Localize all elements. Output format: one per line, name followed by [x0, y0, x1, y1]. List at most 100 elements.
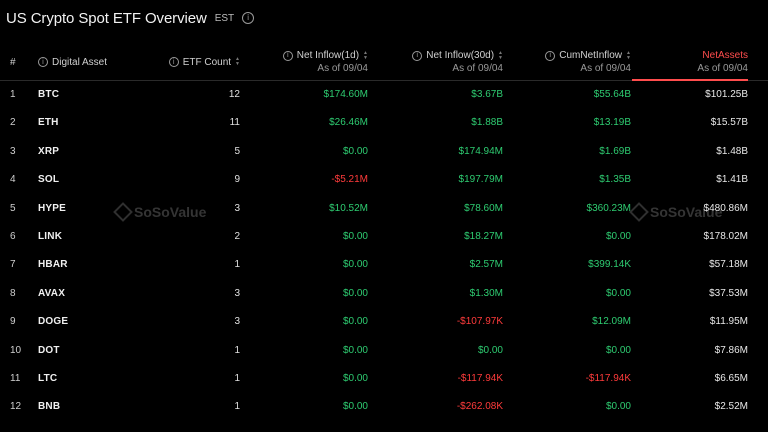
- asset-symbol[interactable]: HYPE: [38, 195, 66, 223]
- net-inflow-30d-value: -$117.94K: [457, 372, 503, 384]
- asset-symbol[interactable]: LTC: [38, 365, 57, 393]
- table-row[interactable]: 6 LINK 2 $0.00 $18.27M $0.00 $178.02M: [0, 223, 768, 251]
- cum-net-inflow-value: $360.23M: [586, 202, 631, 214]
- net-assets-value: $6.65M: [714, 372, 748, 384]
- col-net30d-subtitle: As of 09/04: [452, 63, 503, 74]
- col-assets-subtitle: As of 09/04: [697, 63, 748, 74]
- title-row: US Crypto Spot ETF Overview EST i: [6, 6, 255, 30]
- sort-arrows-icon[interactable]: ▲ ▼: [626, 50, 631, 61]
- row-index: 9: [10, 316, 16, 328]
- asset-symbol[interactable]: DOT: [38, 337, 60, 365]
- net-inflow-1d-value: $0.00: [342, 230, 368, 242]
- net-inflow-30d-value: -$107.97K: [456, 316, 503, 328]
- col-cum-subtitle: As of 09/04: [580, 63, 631, 74]
- etf-table: # i Digital Asset i ETF Count ▲ ▼ i Net I…: [0, 44, 768, 422]
- net-inflow-30d-value: $18.27M: [464, 230, 503, 242]
- table-row[interactable]: 9 DOGE 3 $0.00 -$107.97K $12.09M $11.95M: [0, 308, 768, 336]
- net-assets-value: $1.41B: [716, 174, 748, 186]
- table-row[interactable]: 3 XRP 5 $0.00 $174.94M $1.69B $1.48B: [0, 138, 768, 166]
- cum-net-inflow-value: $0.00: [605, 230, 631, 242]
- sort-arrows-icon[interactable]: ▲ ▼: [235, 57, 240, 67]
- asset-symbol[interactable]: AVAX: [38, 280, 65, 308]
- etf-count-value: 11: [229, 117, 240, 129]
- net-inflow-1d-value: $0.00: [342, 372, 368, 384]
- info-icon[interactable]: i: [38, 57, 48, 67]
- cum-net-inflow-value: $1.35B: [599, 174, 631, 186]
- net-inflow-30d-value: $3.67B: [471, 89, 503, 100]
- net-assets-value: $480.86M: [703, 202, 748, 214]
- info-icon[interactable]: i: [282, 50, 293, 61]
- cum-net-inflow-value: $13.19B: [593, 117, 631, 129]
- asset-symbol[interactable]: BNB: [38, 393, 60, 421]
- cum-net-inflow-value: $0.00: [605, 287, 631, 299]
- timezone-label: EST: [214, 12, 235, 24]
- table-body: 1 BTC 12 $174.60M $3.67B $55.64B $101.25B 2 ETH 1…: [0, 81, 768, 422]
- asset-symbol[interactable]: XRP: [38, 138, 59, 166]
- net-assets-value: $37.53M: [709, 287, 748, 299]
- asset-symbol[interactable]: SOL: [38, 166, 59, 194]
- net-inflow-30d-value: $78.60M: [464, 202, 503, 214]
- col-index-label: #: [10, 56, 16, 68]
- etf-count-value: 3: [234, 287, 240, 299]
- net-assets-value: $11.95M: [709, 316, 748, 328]
- cum-net-inflow-value: $1.69B: [599, 145, 631, 157]
- net-assets-value: $15.57B: [710, 117, 748, 129]
- table-row[interactable]: 5 HYPE 3 $10.52M $78.60M $360.23M $480.86M: [0, 195, 768, 223]
- row-index: 8: [10, 287, 16, 299]
- net-inflow-1d-value: $0.00: [342, 145, 368, 157]
- table-row[interactable]: 8 AVAX 3 $0.00 $1.30M $0.00 $37.53M: [0, 280, 768, 308]
- net-assets-value: $178.02M: [703, 230, 748, 242]
- cum-net-inflow-value: $55.64B: [593, 89, 631, 100]
- asset-symbol[interactable]: ETH: [38, 109, 59, 137]
- table-row[interactable]: 4 SOL 9 -$5.21M $197.79M $1.35B $1.41B: [0, 166, 768, 194]
- net-assets-value: $1.48B: [716, 145, 748, 157]
- table-row[interactable]: 7 HBAR 1 $0.00 $2.57M $399.14K $57.18M: [0, 251, 768, 279]
- net-inflow-1d-value: $0.00: [342, 401, 368, 413]
- net-inflow-1d-value: $26.46M: [329, 117, 368, 129]
- cum-net-inflow-value: $12.09M: [592, 316, 631, 328]
- row-index: 2: [10, 117, 16, 129]
- col-net1d-subtitle: As of 09/04: [317, 63, 368, 74]
- net-inflow-30d-value: -$262.08K: [456, 401, 503, 413]
- net-assets-value: $7.86M: [714, 344, 748, 356]
- etf-count-value: 1: [234, 372, 240, 384]
- cum-net-inflow-value: -$117.94K: [585, 372, 631, 384]
- col-net-inflow-1d[interactable]: i Net Inflow(1d) ▲ ▼ As of 09/04: [282, 44, 368, 80]
- col-net-assets[interactable]: NetAssets As of 09/04: [697, 44, 748, 80]
- col-net-inflow-30d[interactable]: i Net Inflow(30d) ▲ ▼ As of 09/04: [412, 44, 503, 80]
- table-row[interactable]: 2 ETH 11 $26.46M $1.88B $13.19B $15.57B: [0, 109, 768, 137]
- info-icon[interactable]: i: [242, 12, 255, 24]
- etf-count-value: 3: [234, 316, 240, 328]
- table-row[interactable]: 11 LTC 1 $0.00 -$117.94K -$117.94K $6.65M: [0, 365, 768, 393]
- info-icon[interactable]: i: [412, 50, 423, 61]
- net-inflow-1d-value: $10.52M: [329, 202, 368, 214]
- asset-symbol[interactable]: HBAR: [38, 251, 68, 279]
- asset-symbol[interactable]: DOGE: [38, 308, 68, 336]
- asset-symbol[interactable]: BTC: [38, 81, 59, 109]
- row-index: 5: [10, 202, 16, 214]
- etf-count-value: 1: [234, 344, 240, 356]
- net-inflow-1d-value: -$5.21M: [331, 174, 368, 186]
- table-row[interactable]: 10 DOT 1 $0.00 $0.00 $0.00 $7.86M: [0, 337, 768, 365]
- sort-arrows-icon[interactable]: ▲ ▼: [363, 50, 368, 61]
- table-row[interactable]: 1 BTC 12 $174.60M $3.67B $55.64B $101.25B: [0, 81, 768, 109]
- asset-symbol[interactable]: LINK: [38, 223, 62, 251]
- col-asset-label: Digital Asset: [52, 56, 108, 68]
- net-assets-value: $2.52M: [714, 401, 748, 413]
- etf-count-value: 1: [234, 259, 240, 271]
- row-index: 6: [10, 230, 16, 242]
- table-row[interactable]: 12 BNB 1 $0.00 -$262.08K $0.00 $2.52M: [0, 393, 768, 421]
- cum-net-inflow-value: $399.14K: [588, 259, 631, 271]
- col-asset[interactable]: i Digital Asset: [38, 44, 107, 80]
- sort-arrows-icon[interactable]: ▲ ▼: [498, 50, 503, 61]
- etf-count-value: 1: [234, 401, 240, 413]
- info-icon[interactable]: i: [168, 57, 179, 67]
- net-inflow-1d-value: $0.00: [342, 287, 368, 299]
- etf-count-value: 3: [234, 202, 240, 214]
- row-index: 11: [10, 372, 21, 384]
- col-etf-count[interactable]: i ETF Count ▲ ▼: [168, 44, 240, 80]
- row-index: 1: [10, 89, 16, 100]
- info-icon[interactable]: i: [545, 50, 556, 61]
- net-inflow-30d-value: $0.00: [477, 344, 503, 356]
- col-cum-net-inflow[interactable]: i CumNetInflow ▲ ▼ As of 09/04: [545, 44, 631, 80]
